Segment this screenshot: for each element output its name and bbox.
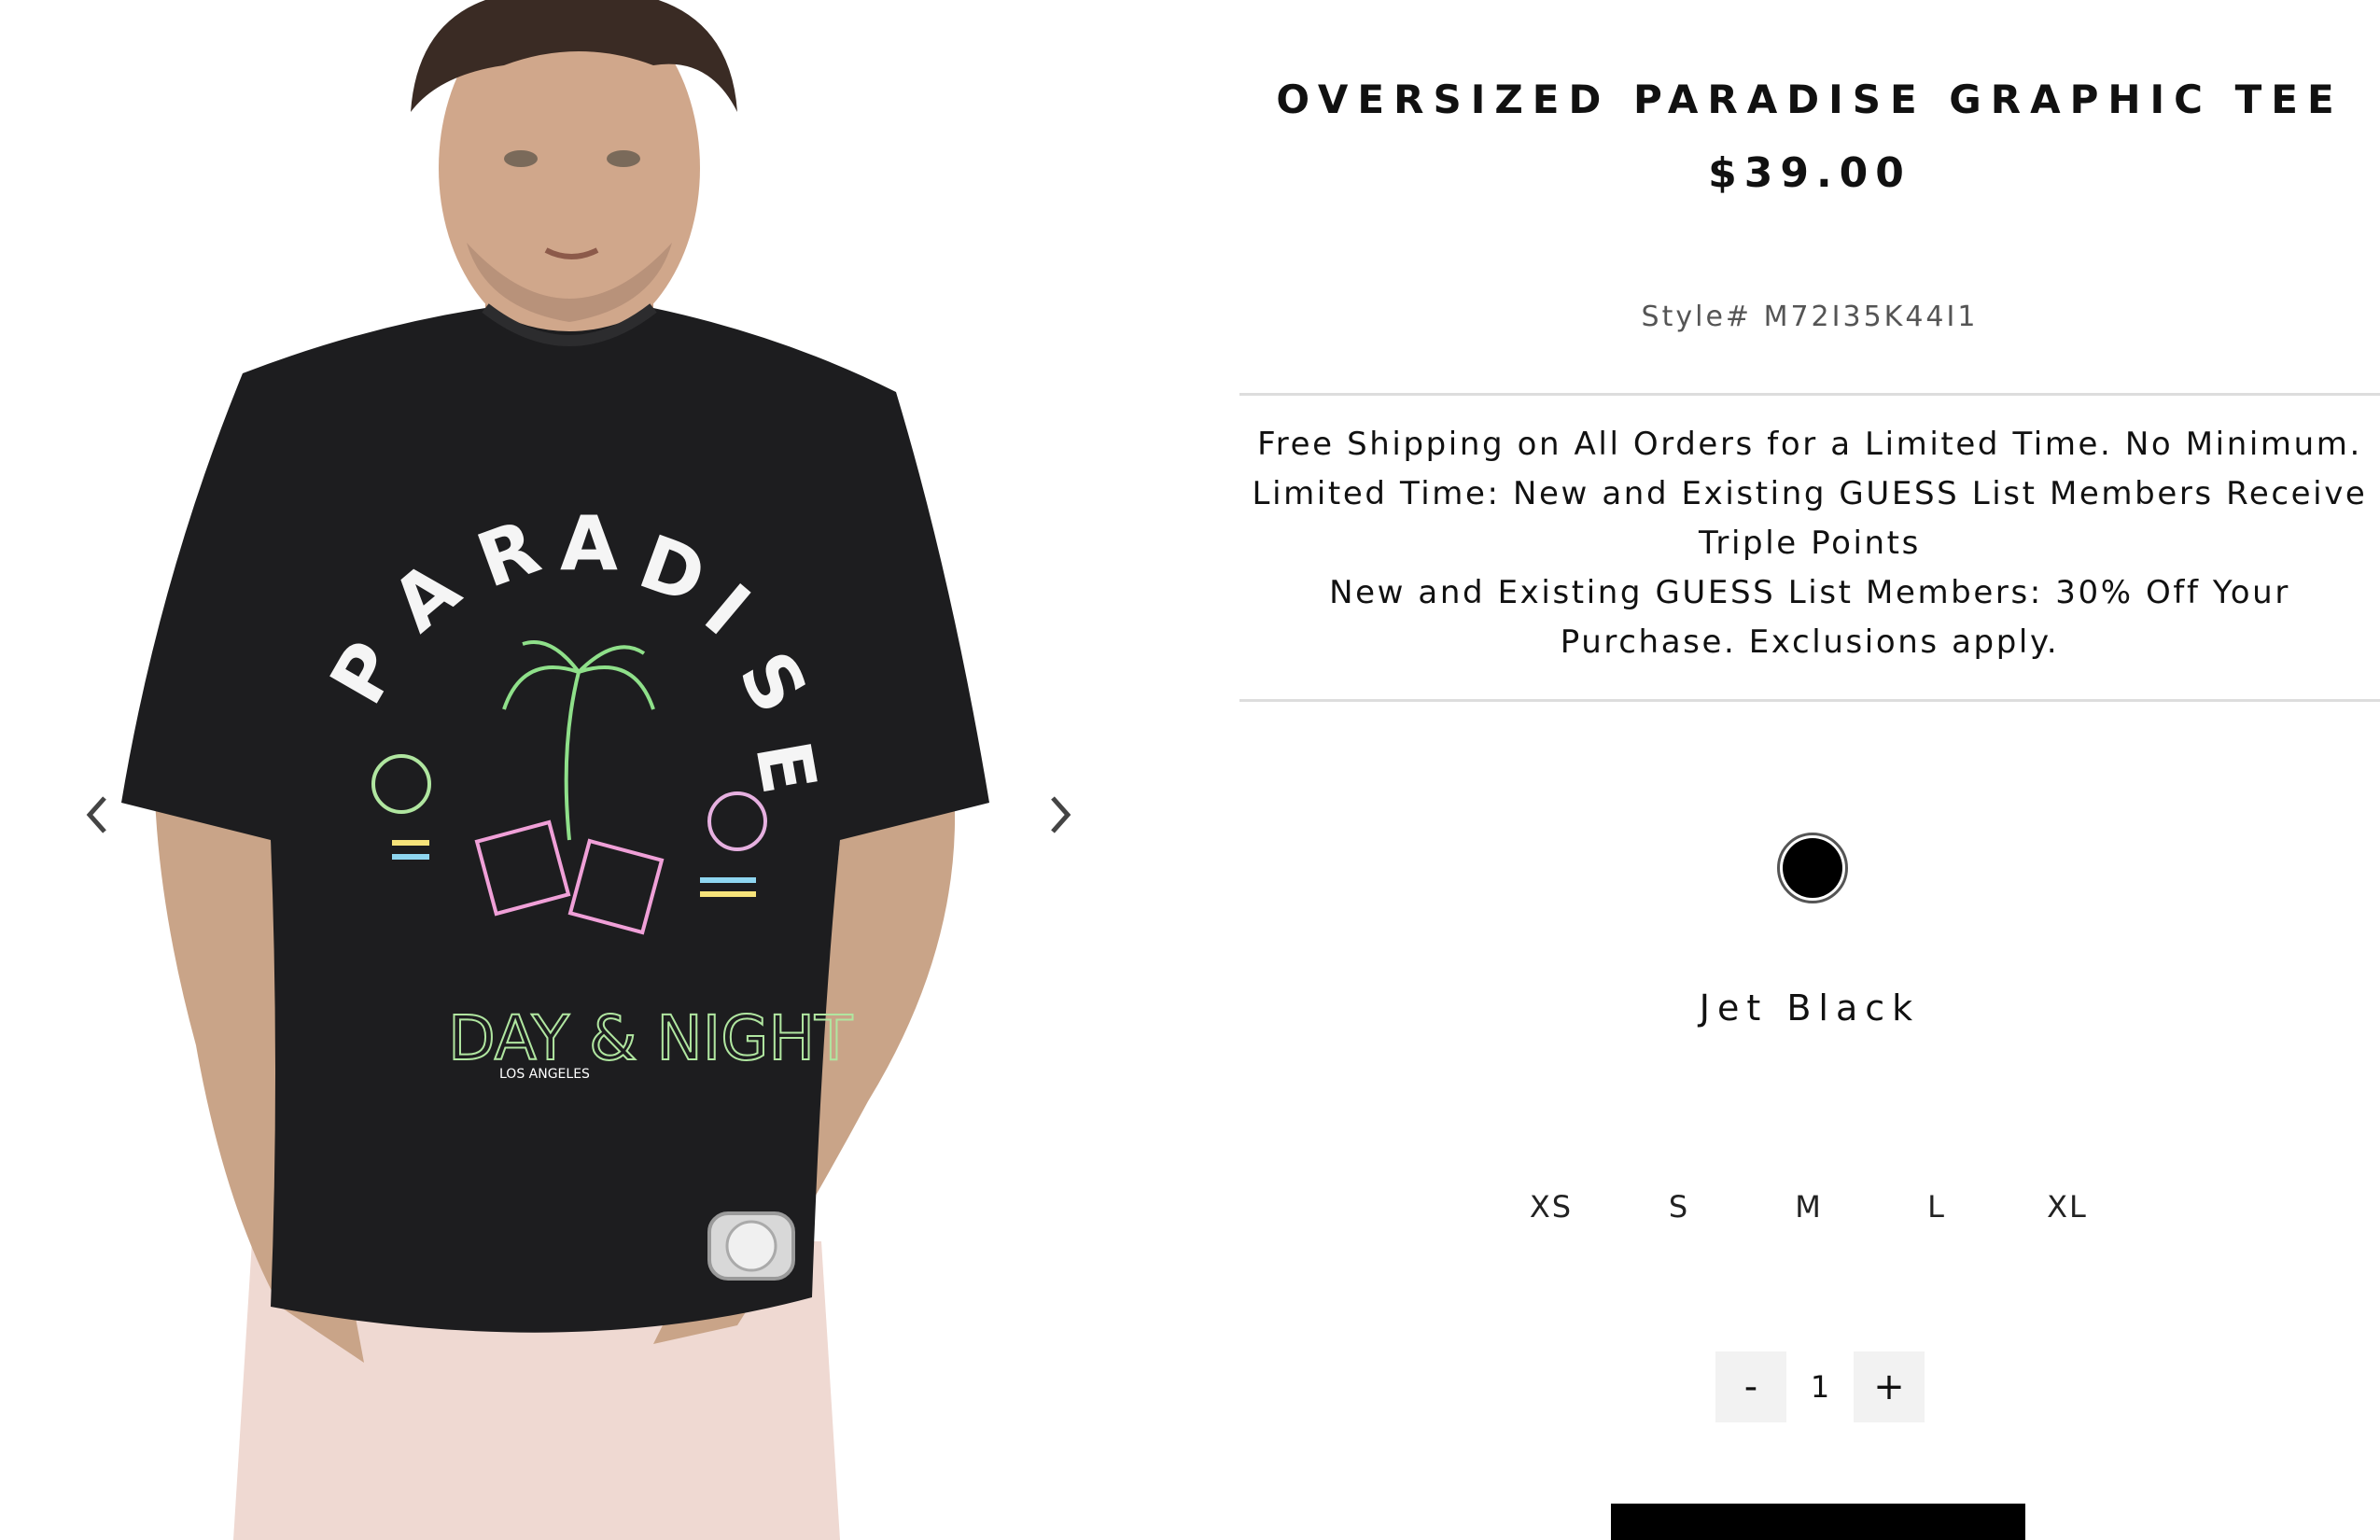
size-selector: XS S M L XL bbox=[1239, 1189, 2380, 1232]
promo-line: Free Shipping on All Orders for a Limite… bbox=[1257, 426, 2362, 463]
product-gallery: P A R A D I S E DAY & NIGHT LOS ANGELES bbox=[0, 0, 1148, 1540]
svg-text:DAY & NIGHT: DAY & NIGHT bbox=[448, 1002, 853, 1074]
promo-line: Triple Points bbox=[1699, 525, 1921, 562]
promo-line: New and Existing GUESS List Members: 30%… bbox=[1329, 574, 2290, 611]
product-price: $39.00 bbox=[1708, 149, 1911, 197]
divider bbox=[1239, 393, 2380, 396]
product-photo: P A R A D I S E DAY & NIGHT LOS ANGELES bbox=[0, 0, 1148, 1540]
size-option-m[interactable]: M bbox=[1762, 1189, 1855, 1225]
promo-line: Limited Time: New and Existing GUESS Lis… bbox=[1252, 475, 2368, 512]
quantity-input[interactable]: 1 bbox=[1786, 1351, 1854, 1422]
quantity-decrease-button[interactable]: - bbox=[1715, 1351, 1786, 1422]
product-page: P A R A D I S E DAY & NIGHT LOS ANGELES … bbox=[0, 0, 2380, 1540]
chevron-left-icon bbox=[86, 796, 106, 833]
add-to-bag-button[interactable] bbox=[1611, 1504, 2025, 1540]
size-option-l[interactable]: L bbox=[1890, 1189, 1983, 1225]
gallery-next-button[interactable] bbox=[1032, 782, 1088, 847]
size-option-xl[interactable]: XL bbox=[2021, 1189, 2114, 1225]
selected-color-name: Jet Black bbox=[1699, 987, 1921, 1029]
product-title: OVERSIZED PARADISE GRAPHIC TEE bbox=[1276, 77, 2344, 122]
size-option-xs[interactable]: XS bbox=[1505, 1189, 1598, 1225]
quantity-increase-button[interactable]: + bbox=[1854, 1351, 1925, 1422]
svg-text:LOS ANGELES: LOS ANGELES bbox=[499, 1067, 590, 1082]
divider bbox=[1239, 699, 2380, 702]
svg-text:A: A bbox=[560, 500, 618, 587]
swatch-fill bbox=[1783, 838, 1842, 898]
product-details: OVERSIZED PARADISE GRAPHIC TEE $39.00 St… bbox=[1239, 0, 2380, 1540]
promo-messages: Free Shipping on All Orders for a Limite… bbox=[1239, 420, 2380, 667]
gallery-prev-button[interactable] bbox=[69, 782, 125, 847]
promo-line: Purchase. Exclusions apply. bbox=[1560, 623, 2060, 661]
size-option-s[interactable]: S bbox=[1632, 1189, 1726, 1225]
color-swatch-jet-black[interactable] bbox=[1777, 833, 1848, 903]
style-number: Style# M72I35K44I1 bbox=[1641, 301, 1979, 333]
chevron-right-icon bbox=[1051, 796, 1071, 833]
